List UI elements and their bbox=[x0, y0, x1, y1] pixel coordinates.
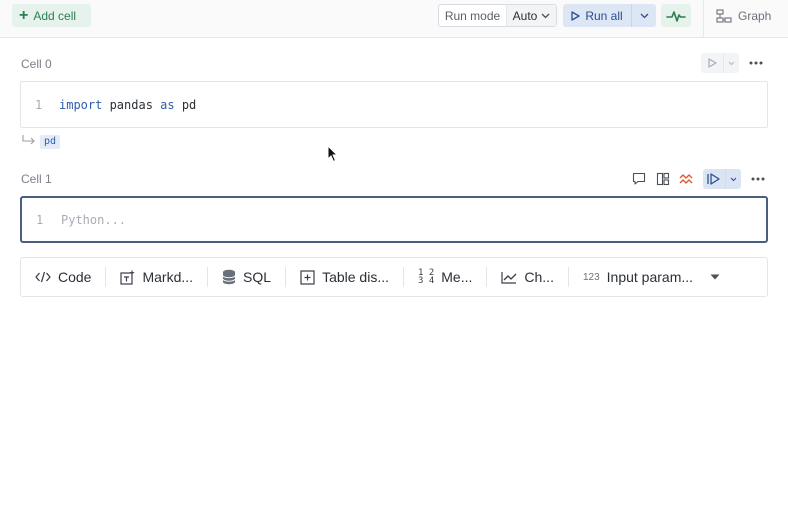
add-table-display-cell-button[interactable]: Table dis... bbox=[286, 267, 403, 287]
more-options-icon[interactable] bbox=[751, 177, 765, 181]
toolbar-divider bbox=[703, 0, 704, 37]
code-token: pd bbox=[174, 98, 197, 112]
add-input-parameter-cell-button[interactable]: 123 Input param... bbox=[569, 267, 707, 287]
code-icon bbox=[35, 271, 51, 283]
keyword: as bbox=[160, 98, 175, 112]
add-chart-cell-button[interactable]: Ch... bbox=[487, 267, 568, 287]
cell-0-actions bbox=[701, 53, 763, 73]
line-number: 1 bbox=[35, 98, 43, 112]
kernel-status-button[interactable] bbox=[661, 4, 691, 27]
cell-0-label: Cell 0 bbox=[21, 57, 52, 71]
cell-1-label: Cell 1 bbox=[21, 172, 52, 186]
caret-down-icon[interactable] bbox=[710, 274, 720, 280]
notebook-toolbar: + Add cell Run mode Auto Run all Graph bbox=[0, 0, 788, 38]
run-all-label: Run all bbox=[585, 8, 623, 23]
run-all-dropdown[interactable] bbox=[632, 4, 656, 27]
cell-1-code-editor[interactable]: 1 Python... bbox=[20, 196, 768, 243]
cell-1-actions bbox=[632, 169, 765, 189]
code-placeholder: Python... bbox=[61, 213, 127, 227]
comment-icon[interactable] bbox=[632, 172, 646, 186]
output-variable-badge[interactable]: pd bbox=[40, 135, 61, 149]
run-all-button[interactable]: Run all bbox=[563, 4, 632, 27]
cell-type-bar: Code Markd... SQL Table dis... 1 2 3 4 M… bbox=[20, 257, 768, 297]
chevron-down-icon bbox=[730, 177, 737, 181]
cell-type-label: SQL bbox=[243, 269, 272, 285]
add-cell-label: Add cell bbox=[33, 8, 77, 23]
input-parameter-icon: 123 bbox=[582, 271, 600, 283]
database-icon bbox=[222, 269, 236, 285]
markdown-icon bbox=[120, 270, 135, 285]
keyword: import bbox=[59, 98, 103, 112]
run-mode-label: Run mode bbox=[439, 5, 507, 26]
plus-icon: + bbox=[19, 6, 29, 24]
layout-icon[interactable] bbox=[656, 172, 670, 186]
cell-type-label: Me... bbox=[441, 269, 473, 285]
cell-type-label: Input param... bbox=[606, 269, 694, 285]
chart-icon bbox=[501, 271, 517, 284]
output-return-icon bbox=[22, 135, 35, 145]
chevron-down-icon bbox=[728, 61, 735, 65]
add-metric-cell-button[interactable]: 1 2 3 4 Me... bbox=[404, 267, 486, 287]
cell-0-run-button[interactable] bbox=[701, 53, 739, 73]
play-icon bbox=[707, 58, 717, 68]
chevron-down-icon bbox=[640, 13, 648, 18]
run-cell-icon bbox=[707, 173, 720, 185]
run-mode-selector[interactable]: Run mode Auto bbox=[438, 4, 557, 27]
pulse-icon bbox=[666, 10, 686, 22]
graph-button[interactable]: Graph bbox=[716, 4, 771, 27]
chevron-down-icon bbox=[541, 13, 550, 18]
code-token: pandas bbox=[102, 98, 161, 112]
mouse-cursor-icon bbox=[327, 145, 339, 163]
cell-1-run-button[interactable] bbox=[703, 169, 741, 189]
graph-icon bbox=[716, 8, 732, 23]
cell-0-code-editor[interactable]: 1 import pandas as pd bbox=[20, 81, 768, 128]
add-sql-cell-button[interactable]: SQL bbox=[208, 267, 285, 287]
cell-type-label: Ch... bbox=[524, 269, 554, 285]
add-markdown-cell-button[interactable]: Markd... bbox=[106, 267, 207, 287]
warning-waves-icon[interactable] bbox=[679, 172, 693, 186]
run-all-button-group: Run all bbox=[563, 4, 656, 27]
run-mode-dropdown[interactable]: Auto bbox=[507, 5, 556, 26]
play-icon bbox=[571, 10, 580, 21]
cell-type-label: Code bbox=[58, 269, 92, 285]
cell-type-label: Table dis... bbox=[322, 269, 389, 285]
add-cell-button[interactable]: + Add cell bbox=[12, 4, 91, 27]
code-line: import pandas as pd bbox=[59, 98, 196, 112]
metric-icon: 1 2 3 4 bbox=[418, 269, 435, 286]
add-code-cell-button[interactable]: Code bbox=[21, 267, 105, 287]
cell-type-label: Markd... bbox=[142, 269, 194, 285]
table-display-icon bbox=[300, 269, 315, 285]
line-number: 1 bbox=[36, 213, 44, 227]
more-options-icon[interactable] bbox=[749, 61, 763, 65]
run-mode-value: Auto bbox=[512, 8, 538, 23]
graph-label: Graph bbox=[738, 8, 772, 23]
metric-icon-bottom: 3 4 bbox=[418, 276, 435, 286]
